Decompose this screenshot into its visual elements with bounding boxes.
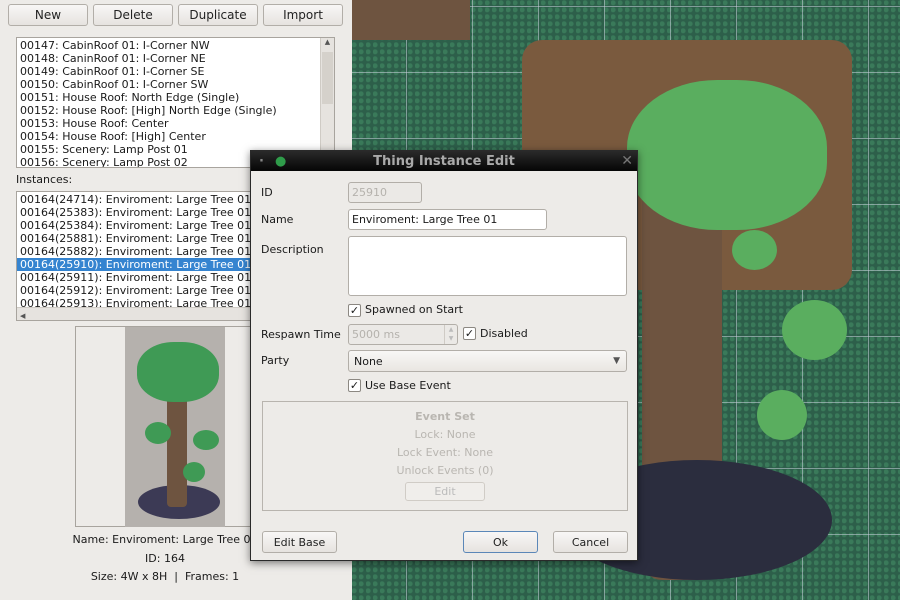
app-leaf-icon: ●: [275, 153, 287, 169]
ok-button[interactable]: Ok: [463, 531, 538, 553]
menu-dot-icon[interactable]: ·: [259, 154, 264, 169]
list-item[interactable]: 00153: House Roof: Center: [17, 117, 334, 130]
event-edit-button: Edit: [405, 482, 485, 501]
lock-event-text: Lock Event: None: [397, 446, 493, 459]
delete-button[interactable]: Delete: [93, 4, 173, 26]
foliage: [757, 390, 807, 440]
spawned-label: Spawned on Start: [365, 303, 463, 316]
preview-size: Size: 4W x 8H | Frames: 1: [90, 570, 240, 583]
thing-preview: [75, 326, 276, 527]
scroll-thumb[interactable]: [322, 52, 333, 104]
party-label: Party: [261, 354, 290, 367]
lock-text: Lock: None: [414, 428, 476, 441]
description-input[interactable]: [348, 236, 627, 296]
list-item[interactable]: 00151: House Roof: North Edge (Single): [17, 91, 334, 104]
list-item[interactable]: 00154: House Roof: [High] Center: [17, 130, 334, 143]
party-value: None: [354, 354, 383, 368]
duplicate-button[interactable]: Duplicate: [178, 4, 258, 26]
foliage: [732, 230, 777, 270]
respawn-value: 5000 ms: [352, 328, 400, 341]
dialog-titlebar[interactable]: · ● Thing Instance Edit ✕: [251, 151, 637, 171]
list-item[interactable]: 00152: House Roof: [High] North Edge (Si…: [17, 104, 334, 117]
id-field: 25910: [348, 182, 422, 203]
name-input[interactable]: Enviroment: Large Tree 01: [348, 209, 547, 230]
scroll-up-icon[interactable]: ▲: [321, 38, 334, 46]
description-label: Description: [261, 243, 324, 256]
dialog-title: Thing Instance Edit: [373, 153, 515, 169]
edit-base-button[interactable]: Edit Base: [262, 531, 337, 553]
list-item[interactable]: 00149: CabinRoof 01: I-Corner SE: [17, 65, 334, 78]
spinner-arrows-icon: ▲ ▼: [444, 325, 457, 344]
spawned-checkbox[interactable]: ✓: [348, 304, 361, 317]
foliage: [782, 300, 847, 360]
unlock-events-text: Unlock Events (0): [396, 464, 494, 477]
close-icon[interactable]: ✕: [621, 153, 633, 169]
scroll-left-icon[interactable]: ◀: [17, 312, 25, 320]
party-dropdown[interactable]: None ▼: [348, 350, 627, 372]
instances-label: Instances:: [16, 173, 73, 186]
tree-sprite: [125, 327, 225, 527]
event-set-group: Event Set Lock: None Lock Event: None Un…: [262, 401, 628, 511]
event-set-title: Event Set: [415, 410, 475, 423]
use-base-event-checkbox[interactable]: ✓: [348, 379, 361, 392]
trunk-left: [352, 0, 470, 40]
respawn-time-spinner: 5000 ms ▲ ▼: [348, 324, 458, 345]
chevron-down-icon: ▼: [613, 356, 620, 366]
tree-canopy: [627, 80, 827, 230]
things-scrollbar[interactable]: ▲: [320, 38, 334, 167]
name-label: Name: [261, 213, 294, 226]
new-button[interactable]: New: [8, 4, 88, 26]
use-base-event-label: Use Base Event: [365, 379, 451, 392]
list-item[interactable]: 00147: CabinRoof 01: I-Corner NW: [17, 39, 334, 52]
id-label: ID: [261, 186, 273, 199]
disabled-checkbox[interactable]: ✓: [463, 327, 476, 340]
disabled-label: Disabled: [480, 327, 528, 340]
list-item[interactable]: 00150: CabinRoof 01: I-Corner SW: [17, 78, 334, 91]
respawn-label: Respawn Time: [261, 328, 341, 341]
cancel-button[interactable]: Cancel: [553, 531, 628, 553]
list-item[interactable]: 00148: CaninRoof 01: I-Corner NE: [17, 52, 334, 65]
things-list[interactable]: 00147: CabinRoof 01: I-Corner NW 00148: C…: [16, 37, 335, 168]
thing-instance-edit-dialog: · ● Thing Instance Edit ✕ ID 25910 Name …: [250, 150, 638, 561]
import-button[interactable]: Import: [263, 4, 343, 26]
